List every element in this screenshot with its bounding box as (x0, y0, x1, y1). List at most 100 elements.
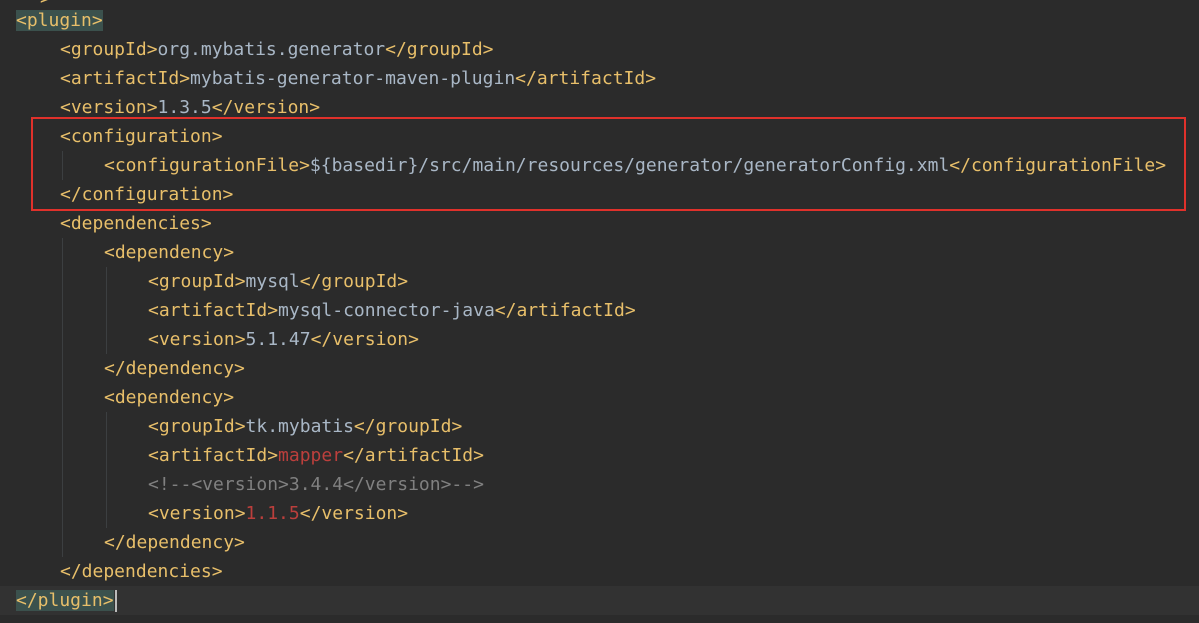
code-value: tk.mybatis (245, 416, 354, 437)
code-tag: <dependency> (104, 387, 235, 408)
indent-guide (106, 267, 107, 296)
code-line[interactable]: <plugin> (0, 6, 1199, 35)
code-tag: </dependency> (104, 532, 245, 553)
code-tag: </configuration> (60, 184, 234, 205)
code-line[interactable]: </plugin> (0, 586, 1199, 615)
indent-guide (62, 528, 63, 557)
code-line-content: <!--<version>3.4.4</version>--> (148, 470, 484, 499)
code-tag: <groupId> (148, 416, 246, 437)
code-tag: </groupId> (353, 416, 463, 437)
code-tag: <version> (148, 503, 246, 524)
code-tag: </plugin> (16, 590, 114, 611)
code-line[interactable]: <artifactId>mysql-connector-java</artifa… (0, 296, 1199, 325)
code-line-content: <version>1.3.5</version> (60, 93, 320, 122)
code-tag: <plugin> (16, 10, 103, 31)
code-line[interactable]: </dependency> (0, 354, 1199, 383)
code-line[interactable]: <version>1.3.5</version> (0, 93, 1199, 122)
code-tag: </groupId> (299, 271, 409, 292)
indent-guide (106, 325, 107, 354)
code-line-content: <artifactId>mapper</artifactId> (148, 441, 484, 470)
code-line[interactable]: <version>1.1.5</version> (0, 499, 1199, 528)
code-tag: </artifactId> (515, 68, 657, 89)
code-line-content: <groupId>mysql</groupId> (148, 267, 408, 296)
indent-guide (106, 296, 107, 325)
code-line[interactable]: <groupId>tk.mybatis</groupId> (0, 412, 1199, 441)
indent-guide (62, 296, 63, 325)
code-line-content: <dependencies> (60, 209, 212, 238)
indent-guide (106, 470, 107, 499)
code-tag: </dependencies> (60, 561, 223, 582)
code-tag: </artifactId> (494, 300, 636, 321)
code-value: org.mybatis.generator (157, 39, 386, 60)
code-tag: <groupId> (148, 271, 246, 292)
code-tag: </version> (211, 97, 321, 118)
code-value: ${basedir}/src/main/resources/generator/… (309, 155, 950, 176)
code-line-content: <configuration> (60, 122, 223, 151)
code-value: 1.3.5 (157, 97, 212, 118)
indent-guide (62, 238, 63, 267)
code-value: mysql-connector-java (278, 300, 495, 321)
code-line-content: <plugin> (16, 6, 103, 35)
indent-guide (62, 151, 63, 180)
code-line-content: </configuration> (60, 180, 233, 209)
code-tag: </configurationFile> (949, 155, 1167, 176)
code-line-content: </dependency> (104, 528, 245, 557)
code-value: mysql (245, 271, 300, 292)
code-tag: <artifactId> (60, 68, 191, 89)
indent-guide (62, 354, 63, 383)
code-tag: </artifactId> (343, 445, 484, 466)
code-tag: </dependency> (104, 358, 245, 379)
code-lines[interactable]: <plugin> <groupId>org.mybatis.generator</… (0, 6, 1199, 615)
code-line[interactable]: <artifactId>mapper</artifactId> (0, 441, 1199, 470)
code-line-content: <groupId>tk.mybatis</groupId> (148, 412, 462, 441)
code-tag: <dependencies> (60, 213, 212, 234)
code-line[interactable]: </dependency> (0, 528, 1199, 557)
text-caret (114, 590, 117, 612)
code-line[interactable]: <dependency> (0, 383, 1199, 412)
code-tag: <groupId> (60, 39, 158, 60)
indent-guide (62, 499, 63, 528)
indent-guide (106, 499, 107, 528)
code-line-content: <version>1.1.5</version> (148, 499, 408, 528)
code-tag: <artifactId> (148, 445, 279, 466)
code-line[interactable]: <groupId>mysql</groupId> (0, 267, 1199, 296)
code-value: 5.1.47 (245, 329, 311, 350)
indent-guide (62, 383, 63, 412)
code-line-content: <artifactId>mysql-connector-java</artifa… (148, 296, 636, 325)
code-line-content: <dependency> (104, 383, 234, 412)
code-line[interactable]: <configuration> (0, 122, 1199, 151)
code-value: mapper (278, 445, 344, 466)
code-line[interactable]: <configurationFile>${basedir}/src/main/r… (0, 151, 1199, 180)
code-tag: <version> (148, 329, 246, 350)
code-tag: <configuration> (60, 126, 223, 147)
code-editor[interactable]: > <plugin><groupId>org.mybatis.generator… (0, 0, 1199, 623)
code-line[interactable]: <groupId>org.mybatis.generator</groupId> (0, 35, 1199, 64)
code-line[interactable]: <artifactId>mybatis-generator-maven-plug… (0, 64, 1199, 93)
indent-guide (106, 441, 107, 470)
code-line-content: <version>5.1.47</version> (148, 325, 419, 354)
code-tag: <configurationFile> (104, 155, 310, 176)
code-value: 1.1.5 (245, 503, 300, 524)
code-line[interactable]: <version>5.1.47</version> (0, 325, 1199, 354)
indent-guide (62, 441, 63, 470)
code-line-content: <dependency> (104, 238, 234, 267)
code-line[interactable]: <!--<version>3.4.4</version>--> (0, 470, 1199, 499)
code-line[interactable]: <dependencies> (0, 209, 1199, 238)
code-tag: <version> (60, 97, 158, 118)
indent-guide (62, 412, 63, 441)
code-line-content: </dependency> (104, 354, 245, 383)
code-tag: <artifactId> (148, 300, 279, 321)
indent-guide (106, 412, 107, 441)
code-tag: </groupId> (385, 39, 494, 60)
code-line-content: </plugin> (16, 586, 117, 615)
code-line[interactable]: </configuration> (0, 180, 1199, 209)
code-tag: </version> (310, 329, 419, 350)
code-line-content: <groupId>org.mybatis.generator</groupId> (60, 35, 494, 64)
code-line[interactable]: <dependency> (0, 238, 1199, 267)
code-line-content: <artifactId>mybatis-generator-maven-plug… (60, 64, 656, 93)
code-comment: <!--<version>3.4.4</version>--> (148, 474, 484, 495)
code-tag: <dependency> (104, 242, 235, 263)
code-line[interactable]: </dependencies> (0, 557, 1199, 586)
indent-guide (62, 470, 63, 499)
indent-guide (62, 325, 63, 354)
